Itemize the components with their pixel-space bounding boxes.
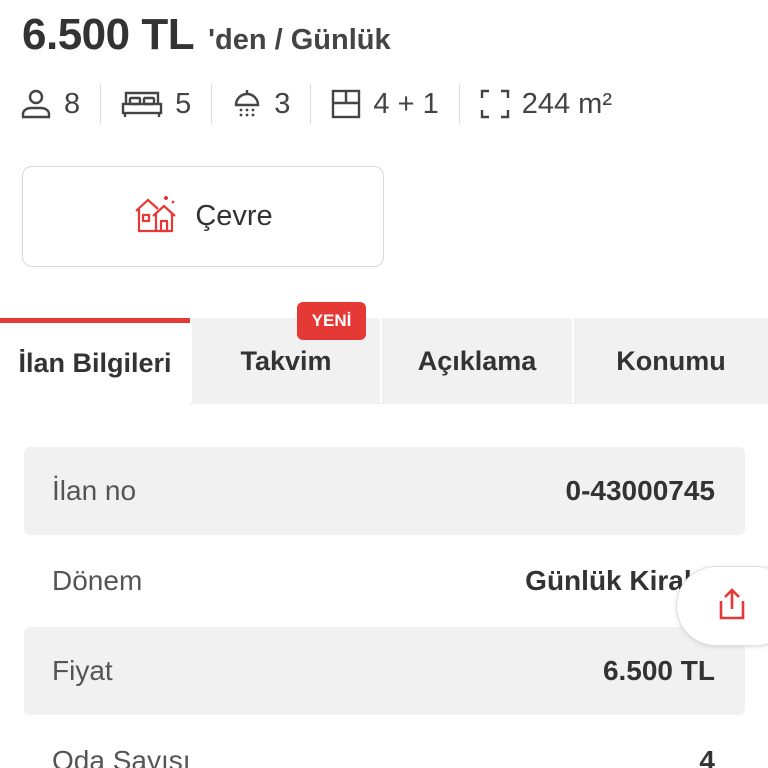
tab-listing-info[interactable]: İlan Bilgileri	[0, 318, 190, 404]
feature-guests: 8	[20, 84, 100, 124]
feature-bathrooms: 3	[211, 84, 310, 124]
area-size: 244 m²	[521, 87, 612, 120]
new-badge: YENİ	[297, 302, 366, 340]
feature-area: 244 m²	[458, 84, 632, 124]
share-icon	[717, 587, 747, 626]
floorplan-icon	[331, 89, 361, 119]
detail-label: Oda Sayısı	[52, 745, 191, 768]
person-icon	[20, 88, 52, 120]
tab-label: Takvim	[240, 345, 332, 376]
surroundings-label: Çevre	[195, 200, 273, 232]
detail-label: Fiyat	[52, 655, 113, 686]
detail-value: 4	[699, 745, 715, 768]
detail-value: 0-43000745	[565, 475, 715, 506]
detail-row-listing-no: İlan no 0-43000745	[24, 447, 745, 535]
tab-label: Konumu	[616, 345, 726, 376]
tab-description[interactable]: Açıklama	[382, 318, 572, 404]
price-header: 6.500 TL 'den / Günlük	[22, 10, 391, 60]
guest-count: 8	[64, 87, 81, 120]
price-period: 'den / Günlük	[208, 24, 391, 56]
houses-icon	[133, 194, 195, 239]
shower-icon	[232, 88, 262, 120]
bathroom-count: 3	[274, 87, 291, 120]
detail-value: 6.500 TL	[602, 655, 715, 686]
share-button[interactable]	[676, 566, 768, 646]
price: 6.500 TL	[22, 10, 195, 59]
feature-rooms: 4 + 1	[310, 84, 458, 124]
detail-row-price: Fiyat 6.500 TL	[24, 627, 745, 715]
tab-label: Açıklama	[417, 345, 537, 376]
detail-row-period: Dönem Günlük Kiralık	[24, 537, 745, 625]
detail-label: İlan no	[52, 475, 137, 506]
feature-strip: 8 5 3 4 + 1 244 m²	[20, 84, 632, 124]
detail-label: Dönem	[52, 565, 143, 596]
bed-icon	[121, 89, 163, 119]
surroundings-button[interactable]: Çevre	[22, 166, 384, 267]
feature-bedrooms: 5	[100, 84, 211, 124]
tab-bar: İlan Bilgileri Takvim Açıklama Konumu	[0, 318, 768, 404]
tab-location[interactable]: Konumu	[574, 318, 768, 404]
area-icon	[480, 89, 510, 119]
room-layout: 4 + 1	[373, 87, 439, 120]
tab-label: İlan Bilgileri	[18, 348, 172, 378]
detail-row-rooms: Oda Sayısı 4	[24, 717, 745, 768]
bedroom-count: 5	[175, 87, 192, 120]
